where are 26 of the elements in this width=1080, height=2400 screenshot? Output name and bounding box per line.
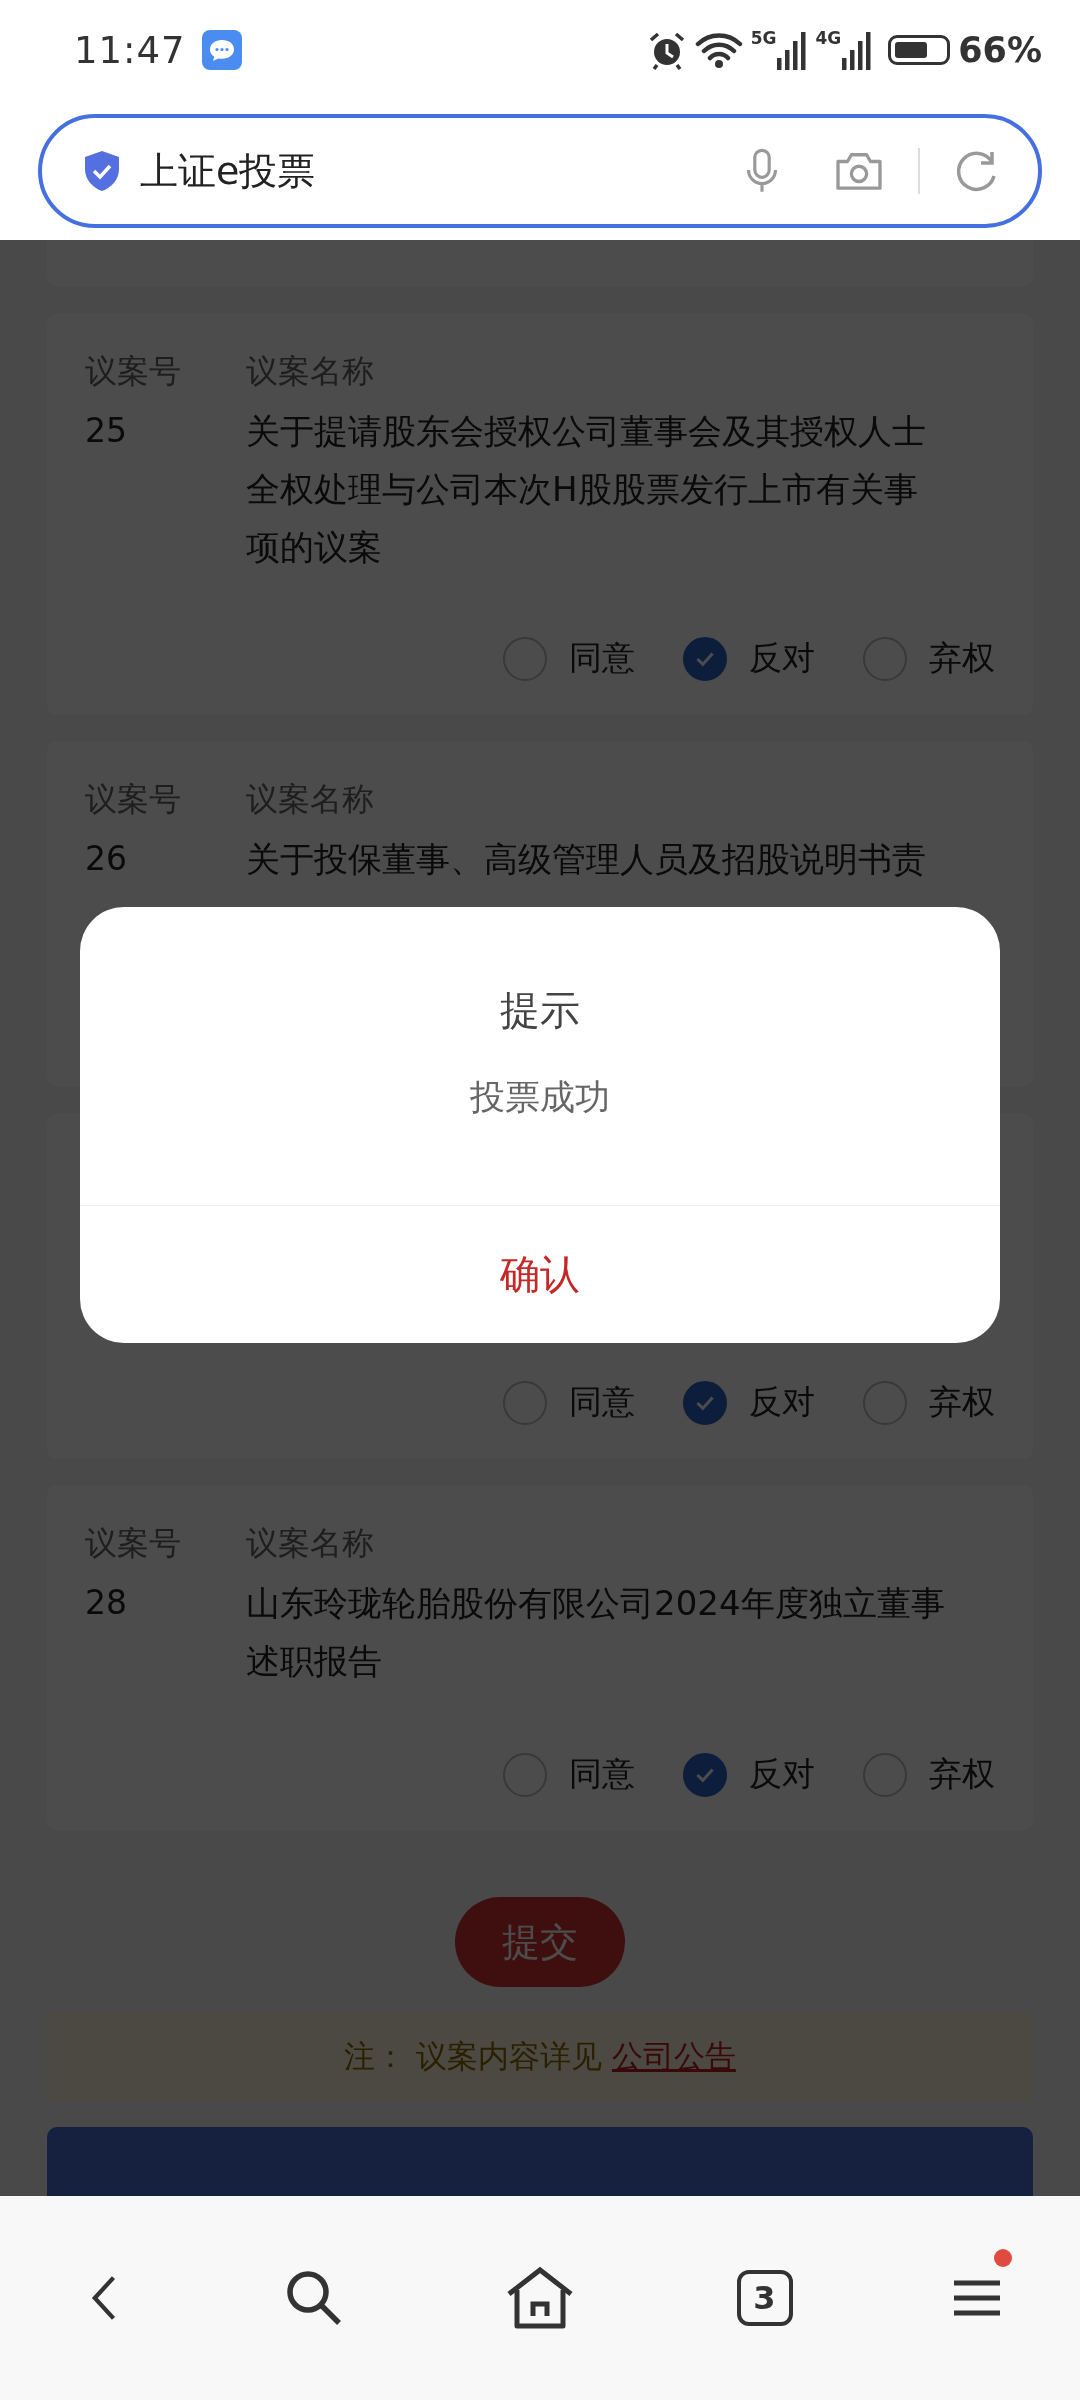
battery-percent: 66% <box>958 30 1042 70</box>
note-text: 注： 议案内容详见 <box>344 2037 602 2076</box>
confirm-button[interactable]: 确认 <box>80 1205 1000 1343</box>
home-icon[interactable] <box>505 2266 575 2330</box>
proposal-number: 26 <box>85 838 128 880</box>
signal-icon <box>777 30 808 70</box>
network-label: 5G <box>750 30 777 47</box>
dialog-message: 投票成功 <box>470 1076 610 1119</box>
microphone-icon[interactable] <box>744 148 780 194</box>
wifi-icon <box>694 30 743 70</box>
address-bar[interactable]: 上证e投票 <box>38 114 1042 228</box>
status-time: 11:47 <box>74 28 186 72</box>
dialog-title: 提示 <box>500 986 580 1035</box>
network-label: 4G <box>815 30 842 47</box>
proposal-title: 关于提请股东会授权公司董事会及其授权人士全权处理与公司本次H股股票发行上市有关事项的议案 <box>246 410 927 569</box>
address-text: 上证e投票 <box>140 147 316 195</box>
shield-icon <box>82 149 122 193</box>
proposal-number: 28 <box>85 1582 128 1624</box>
signal-icon <box>842 30 873 70</box>
battery-icon <box>888 35 951 65</box>
chat-bubble-icon <box>201 30 242 70</box>
proposal-number: 25 <box>85 410 128 452</box>
tabs-button[interactable]: 3 <box>736 2270 793 2326</box>
camera-icon[interactable] <box>834 150 884 192</box>
proposal-title: 关于投保董事、高级管理人员及招股说明书责 <box>246 838 926 881</box>
proposal-title: 山东玲珑轮胎股份有限公司2024年度独立董事述职报告 <box>246 1582 946 1683</box>
